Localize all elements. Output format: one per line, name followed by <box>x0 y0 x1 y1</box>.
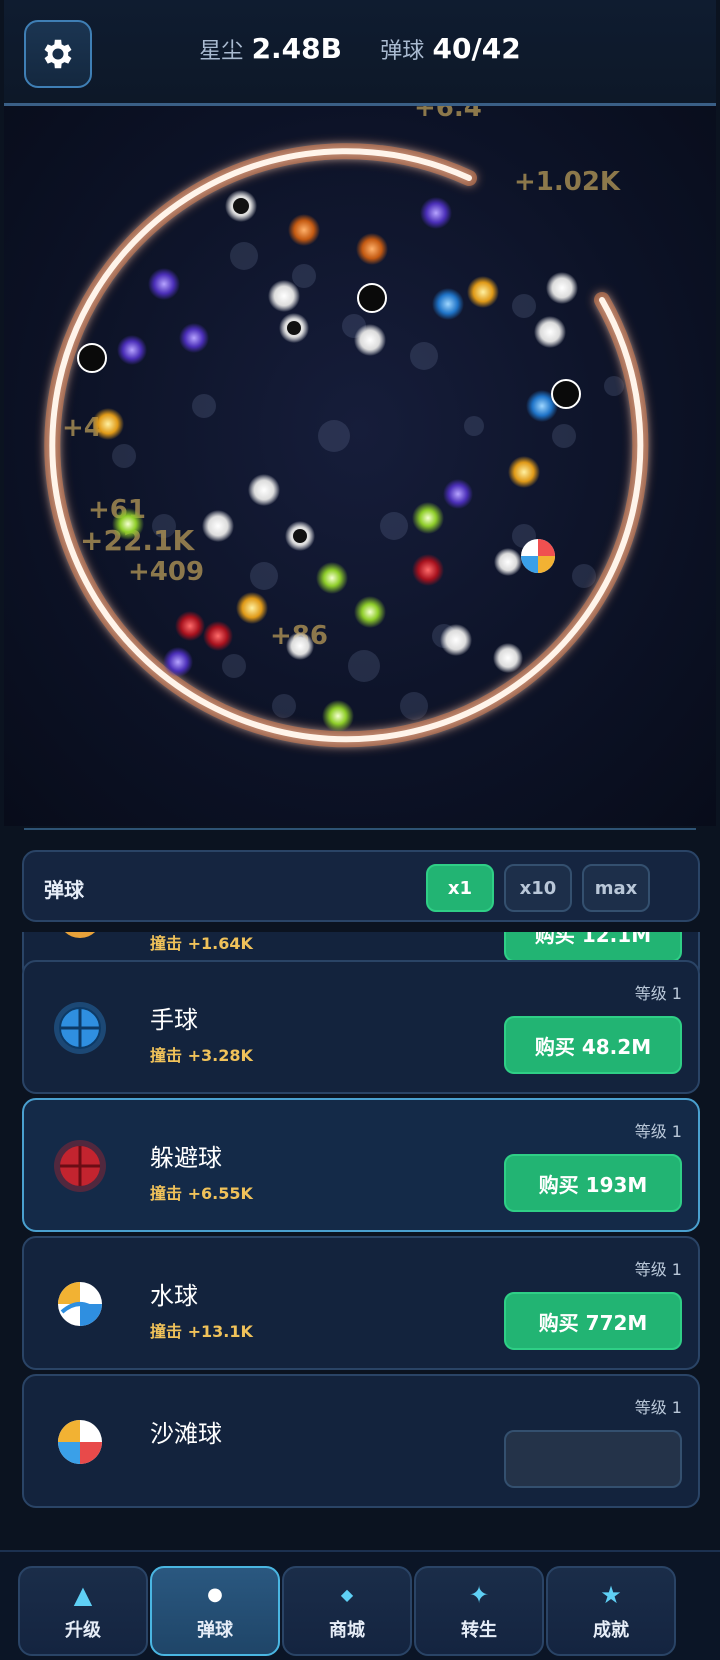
balls <box>77 190 581 732</box>
top-bar: 星尘 2.48B 弹球 40/42 <box>4 0 716 106</box>
item-name: 沙滩球 <box>150 1420 222 1448</box>
item-level: 等级 1 <box>634 984 682 1003</box>
list-item: 手球 撞击 +3.28K 等级 1 购买 48.2M <box>22 960 700 1094</box>
item-effect: 撞击 +6.55K <box>150 1184 253 1203</box>
beach-ball-icon <box>58 1420 102 1464</box>
buy-button[interactable]: 购买 772M <box>504 1292 682 1350</box>
buy-button[interactable] <box>504 1430 682 1488</box>
item-effect: 撞击 +3.28K <box>150 1046 253 1065</box>
floating-text: +1.02K <box>514 167 621 197</box>
item-name: 水球 <box>150 1282 198 1310</box>
nav-rebirth[interactable]: ✦ 转生 <box>414 1566 544 1656</box>
item-effect: 撞击 +13.1K <box>150 1322 253 1341</box>
dot-icon: ● <box>207 1584 223 1605</box>
item-level: 等级 1 <box>634 1122 682 1141</box>
water-polo-ball-icon <box>58 1282 102 1326</box>
sparkle-icon: ✦ <box>468 1581 490 1609</box>
nav-upgrade[interactable]: ▲ 升级 <box>18 1566 148 1656</box>
diamond-icon: ◆ <box>340 1585 354 1604</box>
list-item: 沙滩球 等级 1 <box>22 1374 700 1508</box>
bottom-nav: ▲ 升级 ● 弹球 ◆ 商城 ✦ 转生 ★ 成就 <box>0 1550 720 1660</box>
buy-button[interactable]: 购买 193M <box>504 1154 682 1212</box>
game-arena[interactable]: +6.4 +1.02K +4 +61 +22.1K +409 +86 <box>4 106 716 826</box>
item-name: 手球 <box>150 1006 198 1034</box>
ball-shop-list[interactable]: 撞击 +1.64K 购买 12.1M 手球 撞击 +3.28K 等级 1 购买 … <box>22 932 700 1532</box>
nav-label: 弹球 <box>197 1620 233 1641</box>
nav-label: 成就 <box>593 1620 629 1641</box>
star-icon: ★ <box>600 1581 622 1609</box>
buy-button[interactable]: 购买 12.1M <box>504 932 682 962</box>
dodgeball-icon <box>54 1140 106 1192</box>
amber-ball-icon <box>64 932 96 938</box>
balls-count: 40/42 <box>432 32 521 65</box>
item-level: 等级 1 <box>634 1398 682 1417</box>
balls-label: 弹球 <box>380 39 425 64</box>
item-level: 等级 1 <box>634 1260 682 1279</box>
resource-stats: 星尘 2.48B 弹球 40/42 <box>4 32 716 65</box>
handball-icon <box>54 1002 106 1054</box>
floating-text: +6.4 <box>414 106 482 123</box>
multiplier-max-button[interactable]: max <box>582 864 650 912</box>
stardust-value: 2.48B <box>251 32 342 65</box>
bokeh-particles <box>112 242 624 720</box>
nav-label: 转生 <box>461 1620 497 1641</box>
stardust-label: 星尘 <box>199 39 244 64</box>
nav-label: 商城 <box>329 1620 365 1641</box>
triangle-up-icon: ▲ <box>73 1581 93 1609</box>
nav-label: 升级 <box>65 1620 101 1641</box>
list-item: 水球 撞击 +13.1K 等级 1 购买 772M <box>22 1236 700 1370</box>
arena-canvas: +6.4 +1.02K +4 +61 +22.1K +409 +86 <box>44 106 649 748</box>
buy-button[interactable]: 购买 48.2M <box>504 1016 682 1074</box>
nav-balls[interactable]: ● 弹球 <box>150 1566 280 1656</box>
multiplier-x10-button[interactable]: x10 <box>504 864 572 912</box>
panel-title: 弹球 <box>44 878 84 902</box>
item-name: 躲避球 <box>150 1144 222 1172</box>
divider <box>24 828 696 830</box>
nav-achievements[interactable]: ★ 成就 <box>546 1566 676 1656</box>
nav-shop[interactable]: ◆ 商城 <box>282 1566 412 1656</box>
multiplier-x1-button[interactable]: x1 <box>426 864 494 912</box>
item-effect: 撞击 +1.64K <box>150 934 253 953</box>
ball-shop-header: 弹球 x1 x10 max <box>22 850 700 922</box>
list-item: 躲避球 撞击 +6.55K 等级 1 购买 193M <box>22 1098 700 1232</box>
floating-text: +409 <box>128 557 204 587</box>
